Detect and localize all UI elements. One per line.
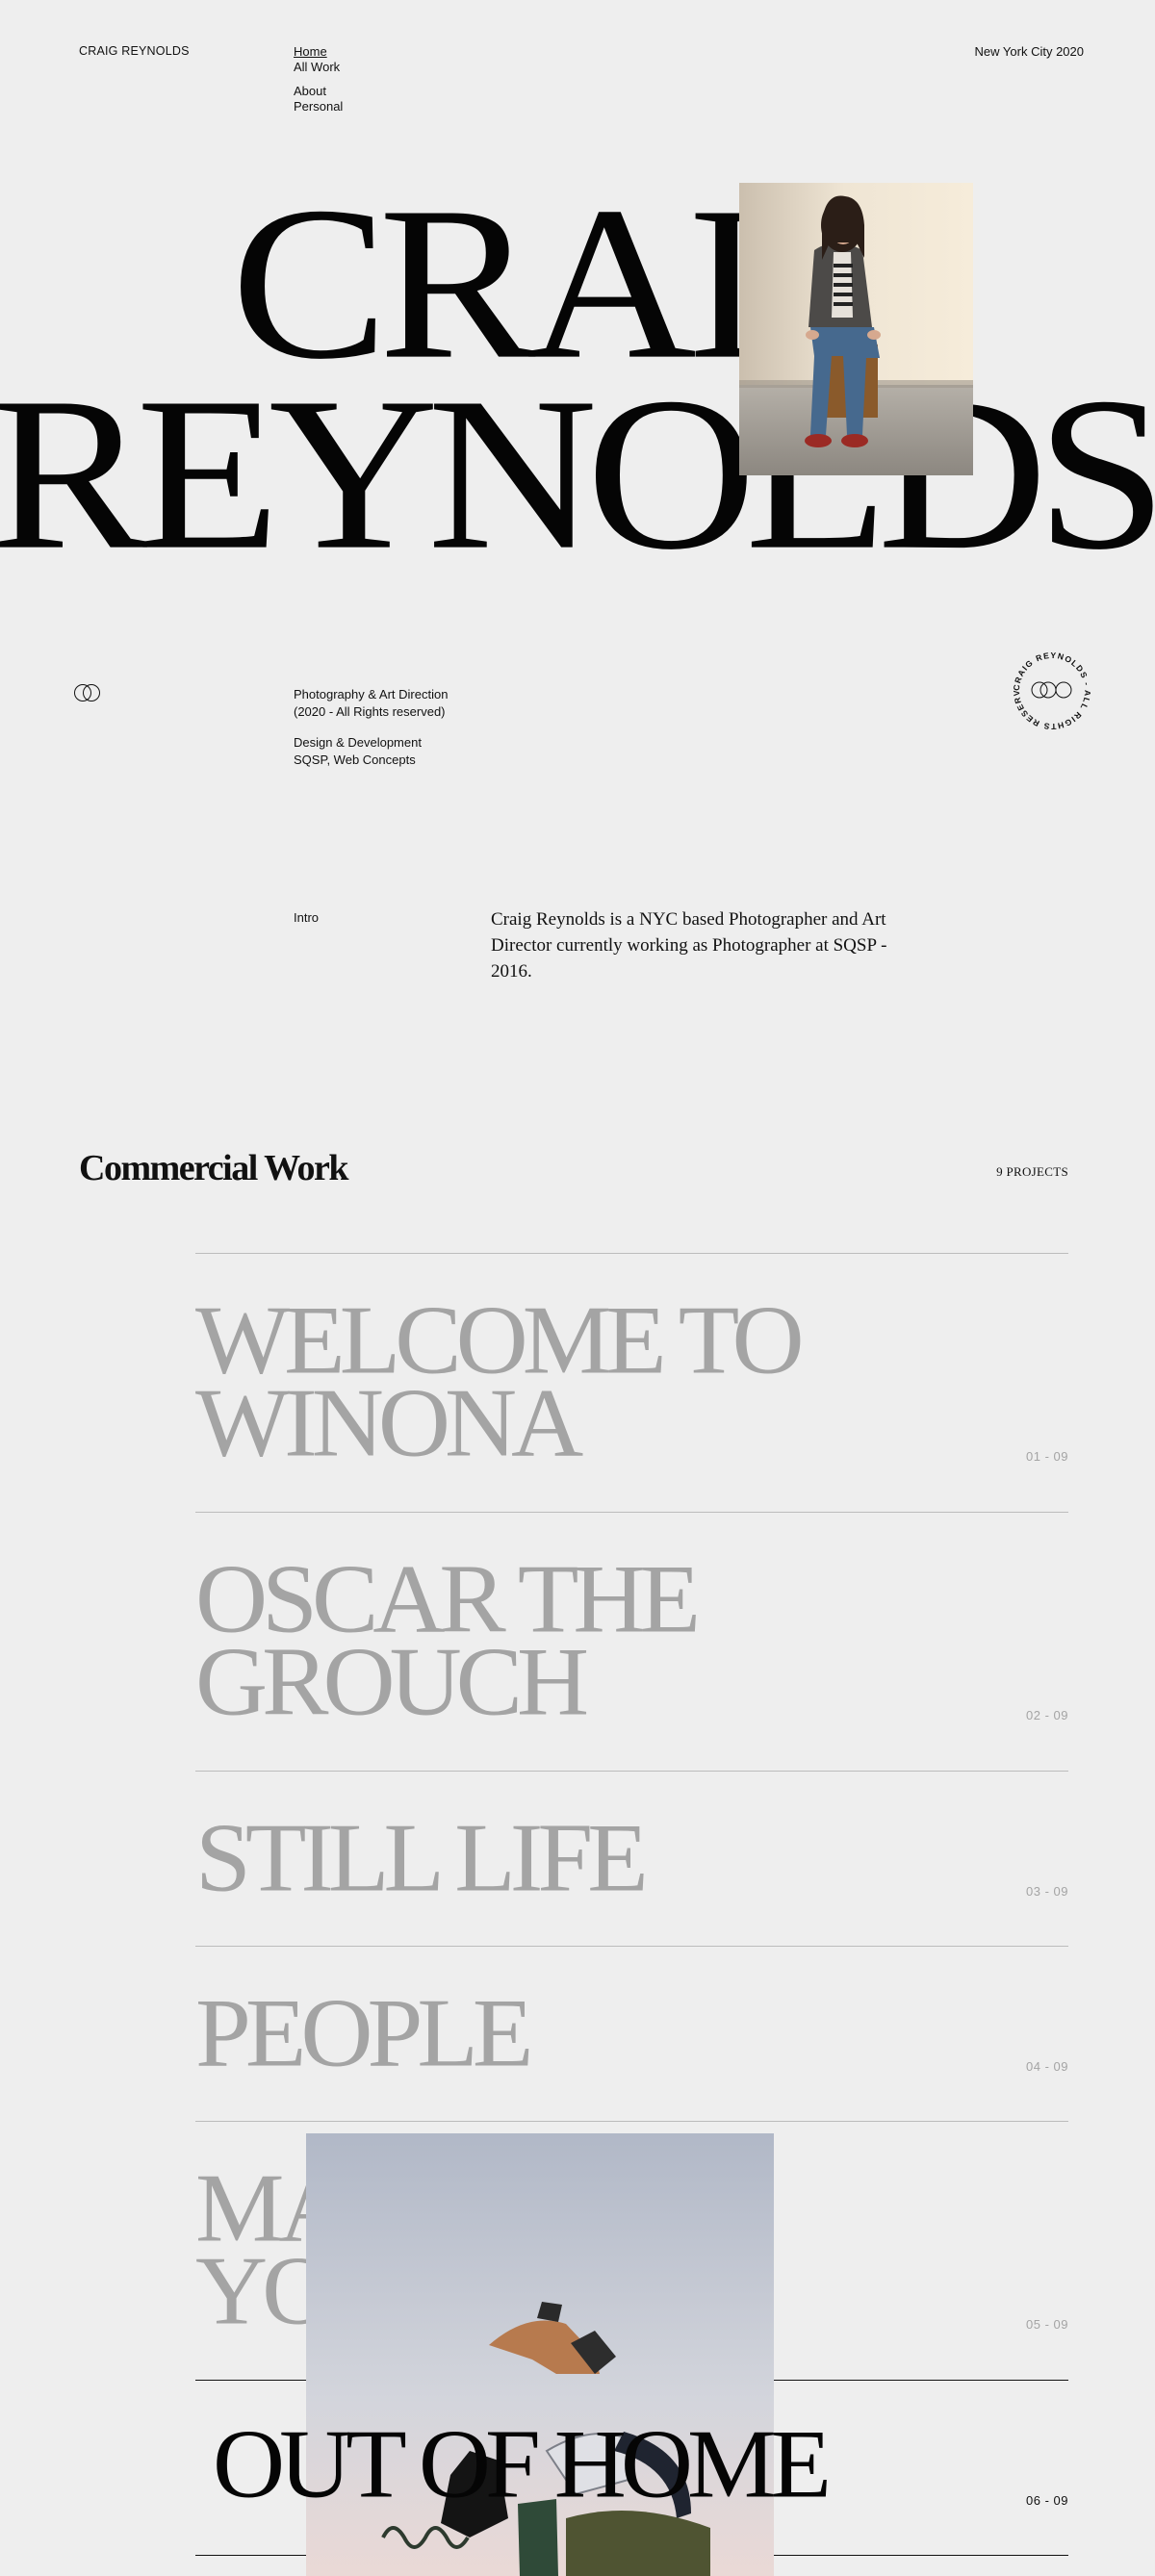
project-title-6[interactable]: OUT OF HOME [195,2378,1068,2513]
project-row-4[interactable]: PEOPLE 04 - 09 [195,1946,1068,2121]
brand-name[interactable]: CRAIG REYNOLDS [79,44,190,58]
project-number-3: 03 - 09 [1026,1884,1068,1899]
project-number-4: 04 - 09 [1026,2059,1068,2074]
nav-home[interactable]: Home [294,44,343,60]
nav-about[interactable]: About [294,84,343,99]
portrait-illustration [739,183,973,475]
svg-text:CRAIG REYNOLDS - ALL RIGHTS RE: CRAIG REYNOLDS - ALL RIGHTS RESERVED - 2… [1006,645,1092,731]
section-title: Commercial Work [79,1148,349,1188]
services-line-2: (2020 - All Rights reserved) [294,704,446,719]
intro-label: Intro [294,910,320,925]
project-title-2[interactable]: OSCAR THE GROUCH [195,1513,1068,1731]
services-block: Photography & Art Direction (2020 - All … [294,686,448,782]
project-number-5: 05 - 09 [1026,2317,1068,2332]
project-title-6-wrapper: OUT OF HOME [195,2378,1068,2513]
hero-portrait-photo [739,183,973,475]
project-number-1: 01 - 09 [1026,1449,1068,1464]
nav-personal[interactable]: Personal [294,99,343,115]
nav-all-work[interactable]: All Work [294,60,343,75]
project-number-2: 02 - 09 [1026,1708,1068,1722]
location-label: New York City 2020 [974,44,1084,59]
project-count: 9 PROJECTS [996,1164,1068,1179]
project-row-2[interactable]: OSCAR THE GROUCH 02 - 09 [195,1512,1068,1771]
nav-spacer [294,75,343,84]
services-photography: Photography & Art Direction (2020 - All … [294,686,448,721]
project-row-3[interactable]: STILL LIFE 03 - 09 [195,1771,1068,1946]
services-design: Design & Development SQSP, Web Concepts [294,734,448,769]
intro-text: Craig Reynolds is a NYC based Photograph… [491,909,887,982]
services-line-4: SQSP, Web Concepts [294,752,416,767]
project-title-1[interactable]: WELCOME TO WINONA [195,1254,1068,1472]
main-nav: Home All Work About Personal [294,44,343,115]
services-line-3: Design & Development [294,735,422,750]
project-row-1[interactable]: WELCOME TO WINONA 01 - 09 [195,1253,1068,1512]
project-title-3[interactable]: STILL LIFE [195,1772,1068,1907]
services-line-1: Photography & Art Direction [294,687,449,701]
badge-ring-text: CRAIG REYNOLDS - ALL RIGHTS RESERVED - 2… [1002,637,1091,731]
copyright-badge-icon: CRAIG REYNOLDS - ALL RIGHTS RESERVED - 2… [1002,637,1098,737]
project-title-4[interactable]: PEOPLE [195,1947,1068,2082]
rings-logo-icon [73,682,102,708]
project-title-2-line-2: GROUCH [195,1627,589,1737]
hero-title-line-2: REYNOLDS [0,351,1155,595]
project-title-1-line-2: WINONA [195,1368,583,1478]
